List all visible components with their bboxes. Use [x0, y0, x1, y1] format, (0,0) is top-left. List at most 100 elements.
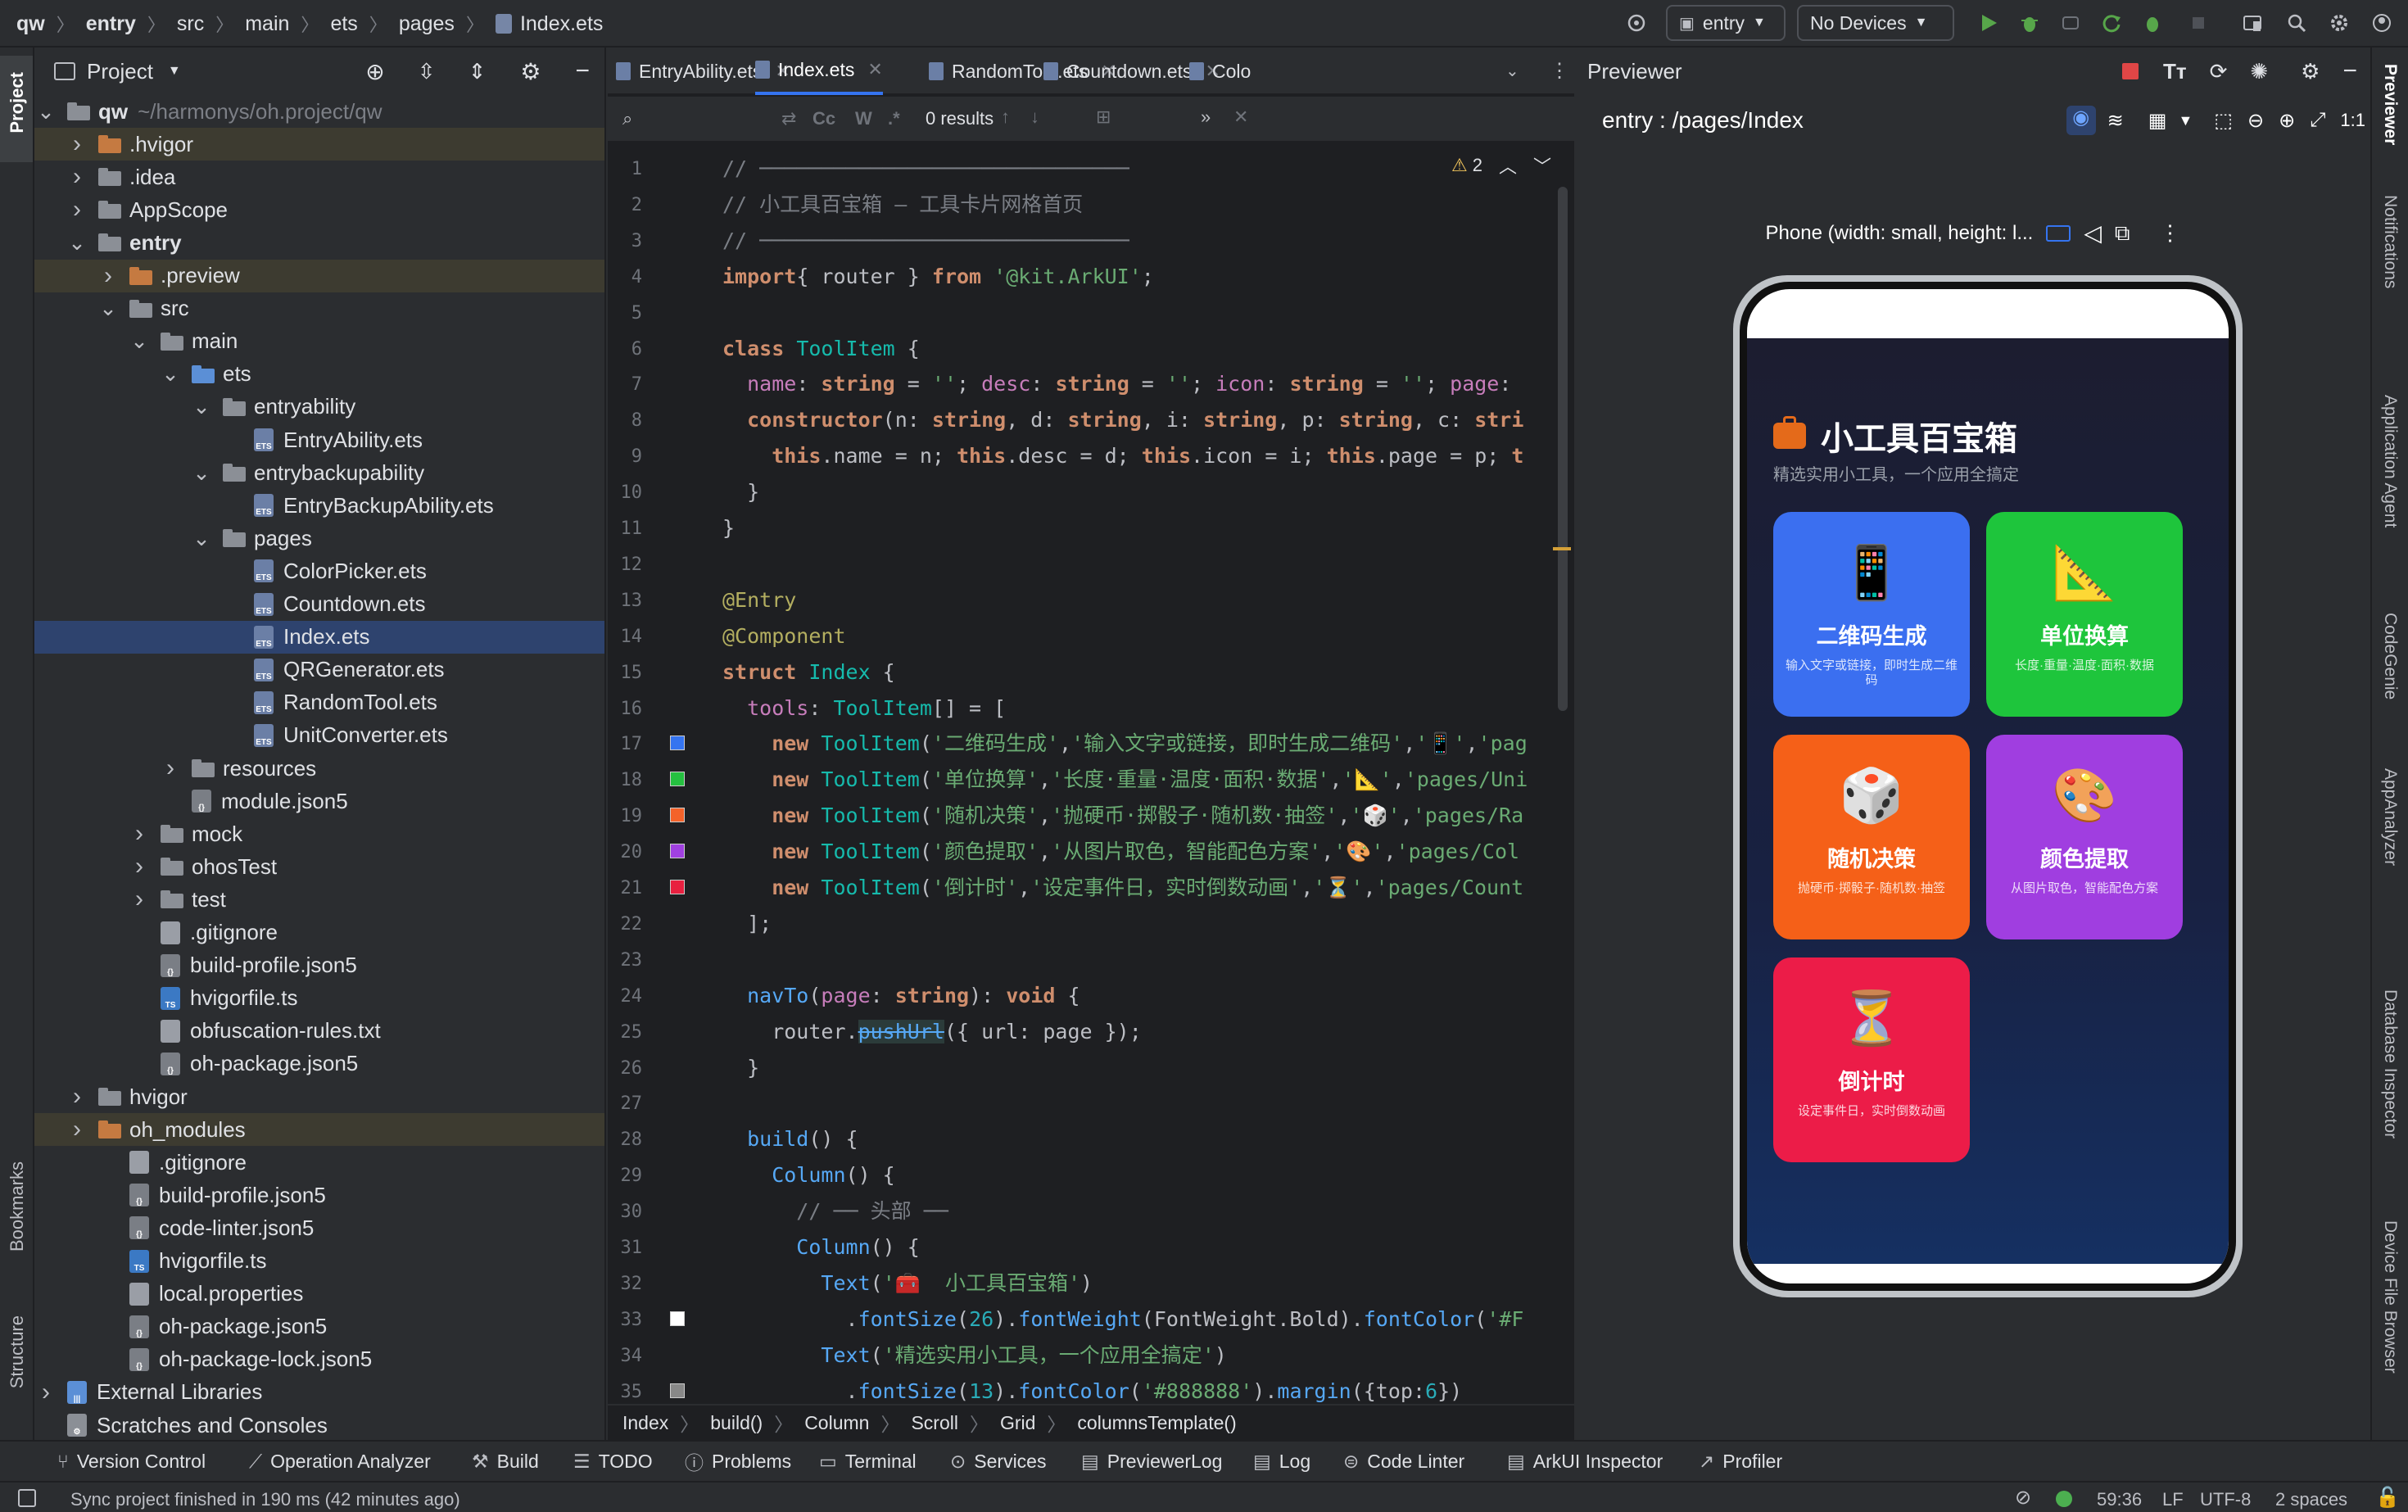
previewer-tab[interactable]: Previewer — [2380, 64, 2400, 145]
font-size-icon[interactable]: Tт — [2163, 59, 2187, 84]
tool-card[interactable]: 🎨 颜色提取 从图片取色，智能配色方案 — [1986, 735, 2183, 939]
ai-icon[interactable]: ✺ — [2250, 59, 2268, 84]
chevron-down-icon[interactable]: ⌄ — [130, 328, 148, 353]
device-icon[interactable] — [2046, 224, 2071, 242]
tree-item[interactable]: ETS RandomTool.ets — [34, 686, 604, 719]
device-selector[interactable]: No Devices ▼ — [1797, 5, 1954, 41]
locate-icon[interactable]: ⊕ — [365, 58, 384, 85]
chevron-right-icon[interactable] — [100, 1319, 116, 1335]
tool-window-button[interactable]: ⊜ Code Linter — [1343, 1442, 1464, 1481]
tree-item[interactable]: {} oh-package-lock.json5 — [34, 1343, 604, 1376]
regex-icon[interactable]: .* — [888, 108, 900, 129]
tree-item[interactable]: › resources — [34, 752, 604, 785]
filter-icon[interactable]: ⊞ — [1096, 106, 1111, 128]
chevron-down-icon[interactable]: ⌄ — [192, 460, 210, 485]
tree-item[interactable]: {} oh-package.json5 — [34, 1048, 604, 1080]
chevron-right-icon[interactable] — [224, 629, 241, 645]
tree-item[interactable]: ⌄ entryability — [34, 391, 604, 423]
chevron-right-icon[interactable] — [131, 1056, 147, 1072]
editor-tab[interactable]: Index.ets ✕ — [755, 48, 883, 95]
inspector-icon[interactable]: ◉ — [2066, 106, 2096, 135]
device-manager-icon[interactable] — [2236, 7, 2269, 39]
find-input[interactable] — [649, 105, 772, 134]
close-icon[interactable]: ✕ — [867, 59, 882, 80]
code-breadcrumb-item[interactable]: columnsTemplate() — [1077, 1412, 1236, 1434]
chevron-up-icon[interactable]: ︿ — [1499, 152, 1517, 179]
search-icon[interactable] — [2280, 7, 2313, 39]
run-config-selector[interactable]: ▣ entry ▼ — [1666, 5, 1786, 41]
code-area[interactable]: // ────────────────────────────── // 小工具百… — [722, 143, 1574, 1404]
tool-card[interactable]: 🎲 随机决策 抛硬币·掷骰子·随机数·抽签 — [1773, 735, 1970, 939]
more-icon[interactable]: ⋮ — [2159, 220, 2180, 246]
stop-icon[interactable] — [2182, 7, 2215, 39]
chevron-right-icon[interactable]: › — [162, 754, 179, 781]
close-icon[interactable]: ✕ — [1233, 106, 1248, 128]
chevron-right-icon[interactable]: › — [131, 885, 147, 912]
breadcrumb-item[interactable]: Index.ets — [520, 12, 603, 36]
chevron-down-icon[interactable]: ⌄ — [192, 526, 210, 550]
chevron-right-icon[interactable]: › — [69, 1116, 85, 1143]
bookmarks-tab[interactable]: Bookmarks — [7, 1161, 28, 1252]
tree-item[interactable]: ETS Countdown.ets — [34, 588, 604, 621]
inspection-widget[interactable]: ⚠ 2 ︿ ﹀ — [1451, 152, 1551, 179]
color-swatch[interactable] — [670, 844, 685, 859]
chevron-down-icon[interactable]: ▼ — [2178, 112, 2193, 129]
chevron-right-icon[interactable] — [131, 1023, 147, 1039]
tree-item[interactable]: › .hvigor — [34, 128, 604, 161]
phone-screen[interactable]: 小工具百宝箱 精选实用小工具，一个应用全搞定 📱 二维码生成 输入文字或链接，即时生… — [1747, 289, 2229, 1283]
chevron-right-icon[interactable] — [38, 1417, 54, 1433]
target-icon[interactable] — [1620, 7, 1653, 39]
color-swatch[interactable] — [670, 772, 685, 787]
breadcrumb-item[interactable]: src — [177, 12, 204, 36]
tree-item[interactable]: obfuscation-rules.txt — [34, 1015, 604, 1048]
tree-item[interactable]: ⌄ entrybackupability — [34, 456, 604, 489]
next-occurrence-icon[interactable]: ↓ — [1030, 106, 1039, 128]
expand-icon[interactable]: ⤢ — [2310, 109, 2325, 132]
code-breadcrumb-item[interactable]: Grid — [1000, 1412, 1035, 1434]
grid-icon[interactable]: ▦ — [2148, 109, 2167, 133]
actual-size-icon[interactable]: 1:1 — [2340, 110, 2365, 131]
hide-icon[interactable]: − — [575, 57, 590, 85]
breadcrumb-item[interactable]: main — [245, 12, 289, 36]
tree-item[interactable]: ETS UnitConverter.ets — [34, 719, 604, 752]
tree-item[interactable]: {} module.json5 — [34, 785, 604, 817]
chevron-right-icon[interactable] — [131, 990, 147, 1007]
chevron-right-icon[interactable] — [100, 1187, 116, 1203]
chevron-right-icon[interactable]: › — [69, 130, 85, 157]
tool-window-button[interactable]: ⚒ Build — [472, 1442, 539, 1481]
chevron-right-icon[interactable]: › — [100, 262, 116, 289]
tree-item[interactable]: ⌄ ets — [34, 358, 604, 391]
tool-window-button[interactable]: ▤ ArkUI Inspector — [1507, 1442, 1663, 1481]
more-icon[interactable]: » — [1201, 106, 1211, 128]
tree-item[interactable]: › ohosTest — [34, 850, 604, 883]
chevron-right-icon[interactable] — [100, 1351, 116, 1368]
editor-tab[interactable]: Colo — [1189, 48, 1251, 95]
chevron-right-icon[interactable] — [224, 563, 241, 579]
tree-item[interactable]: › mock — [34, 817, 604, 850]
breadcrumb-item[interactable]: pages — [399, 12, 455, 36]
run-icon[interactable] — [1972, 7, 2005, 39]
chevron-right-icon[interactable] — [162, 793, 179, 809]
chevron-right-icon[interactable]: › — [69, 196, 85, 223]
tree-item[interactable]: ⌄ pages — [34, 522, 604, 555]
apply-changes-icon[interactable] — [2095, 7, 2128, 39]
file-encoding[interactable]: UTF-8 — [2200, 1489, 2251, 1510]
layers-icon[interactable]: ≋ — [2107, 109, 2124, 133]
tree-item[interactable]: › ||| External Libraries — [34, 1376, 604, 1409]
application-agent-tab[interactable]: Application Agent — [2380, 395, 2400, 527]
account-icon[interactable] — [2365, 7, 2398, 39]
chevron-right-icon[interactable] — [224, 432, 241, 448]
settings-icon[interactable]: ⚙ — [520, 58, 541, 85]
settings-icon[interactable]: ⚙ — [2301, 59, 2320, 84]
breadcrumb-item[interactable]: ets — [330, 12, 357, 36]
back-icon[interactable]: ◁ — [2084, 220, 2102, 247]
whole-word-icon[interactable]: W — [855, 108, 872, 129]
tool-window-button[interactable]: ⓘ Problems — [685, 1442, 791, 1481]
attach-debugger-icon[interactable] — [2054, 7, 2087, 39]
tree-item[interactable]: ETS ColorPicker.ets — [34, 555, 604, 587]
chevron-right-icon[interactable]: › — [131, 820, 147, 847]
color-swatch[interactable] — [670, 736, 685, 751]
tree-item[interactable]: TS hvigorfile.ts — [34, 982, 604, 1015]
tree-item[interactable]: › .preview — [34, 259, 604, 292]
tree-item[interactable]: {} build-profile.json5 — [34, 949, 604, 982]
